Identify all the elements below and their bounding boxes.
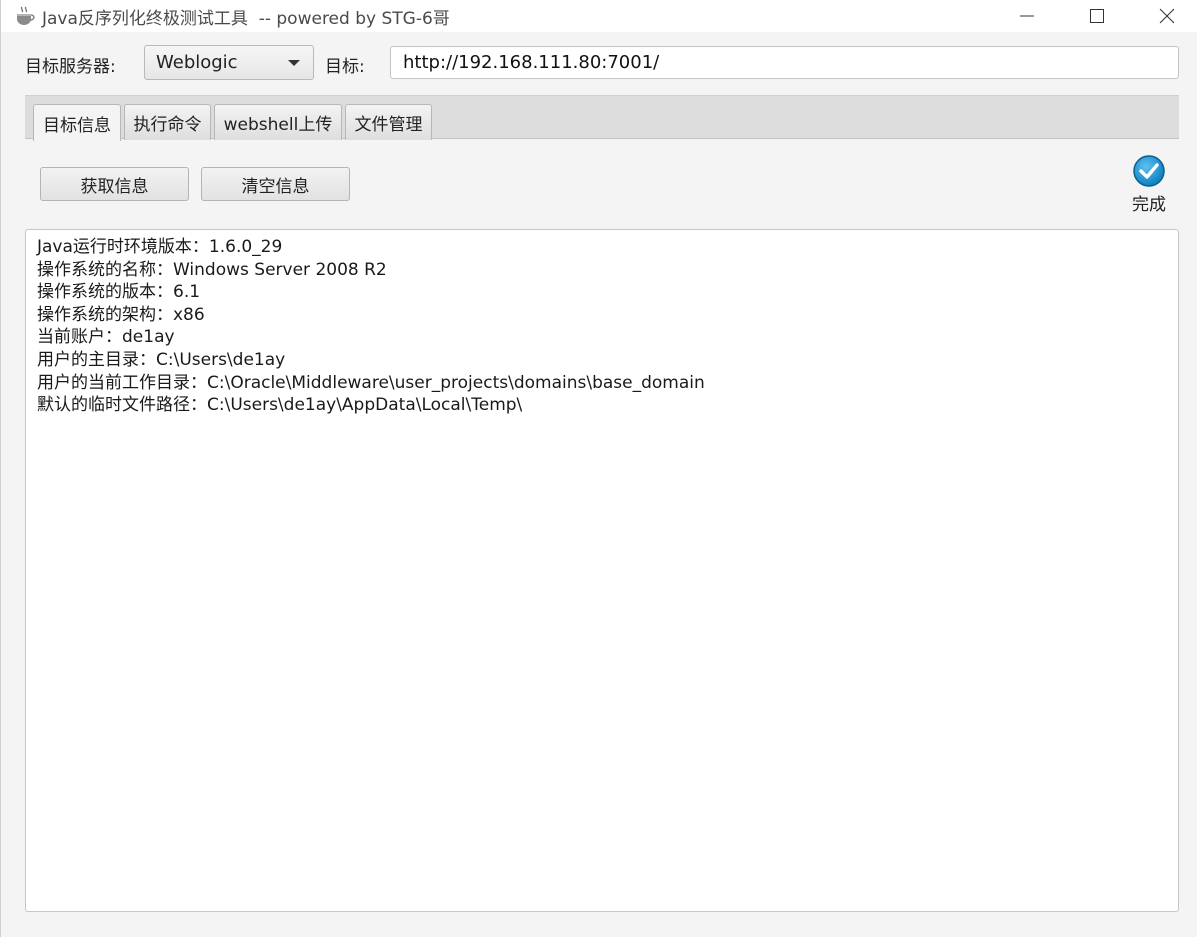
output-line: 操作系统的版本：6.1 (37, 282, 201, 303)
maximize-button[interactable] (1074, 0, 1120, 32)
chevron-down-icon (288, 60, 300, 66)
output-line: 用户的当前工作目录：C:\Oracle\Middleware\user_proj… (37, 372, 705, 393)
output-line: 用户的主目录：C:\Users\de1ay (37, 349, 286, 370)
output-line: 操作系统的架构：x86 (37, 304, 205, 325)
tab-bar: 目标信息 执行命令 webshell上传 文件管理 (25, 95, 1179, 141)
title-bar[interactable]: Java反序列化终极测试工具 -- powered by STG-6哥 (1, 0, 1197, 32)
output-line: 操作系统的名称：Windows Server 2008 R2 (37, 259, 387, 280)
status-indicator: 完成 (1125, 154, 1173, 215)
server-select[interactable]: Weblogic (144, 45, 314, 80)
minimize-icon (1020, 15, 1034, 17)
output-textarea[interactable]: Java运行时环境版本：1.6.0_29 操作系统的名称：Windows Ser… (25, 229, 1179, 912)
window-title: Java反序列化终极测试工具 -- powered by STG-6哥 (42, 9, 450, 29)
minimize-button[interactable] (1004, 0, 1050, 32)
fetch-info-button[interactable]: 获取信息 (40, 167, 189, 201)
clear-info-button[interactable]: 清空信息 (201, 167, 350, 201)
output-line: 当前账户：de1ay (37, 327, 175, 348)
tab-target-info[interactable]: 目标信息 (33, 104, 121, 141)
maximize-icon (1090, 9, 1104, 23)
target-label: 目标: (325, 57, 365, 77)
server-select-value: Weblogic (156, 52, 238, 73)
output-line: 默认的临时文件路径：C:\Users\de1ay\AppData\Local\T… (37, 395, 523, 416)
tab-webshell-upload[interactable]: webshell上传 (214, 104, 342, 140)
status-text: 完成 (1132, 195, 1166, 215)
server-label: 目标服务器: (25, 57, 116, 77)
java-coffee-icon (17, 6, 35, 25)
close-icon (1159, 8, 1175, 24)
output-line: Java运行时环境版本：1.6.0_29 (37, 237, 283, 257)
tab-execute-command[interactable]: 执行命令 (124, 104, 211, 140)
check-circle-icon (1133, 155, 1165, 187)
target-url-input[interactable] (390, 46, 1179, 79)
tab-file-manager[interactable]: 文件管理 (345, 104, 432, 140)
close-button[interactable] (1144, 0, 1190, 32)
app-window: Java反序列化终极测试工具 -- powered by STG-6哥 目标服务… (0, 0, 1197, 937)
